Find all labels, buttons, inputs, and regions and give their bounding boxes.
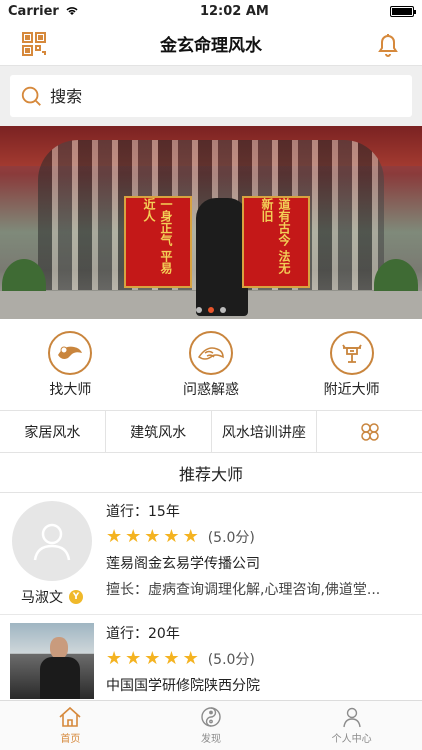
master-company: 中国国学研修院陕西分院 (106, 678, 260, 694)
tab-home[interactable]: 首页 (0, 701, 141, 750)
feature-nearby-master[interactable]: 附近大师 (292, 330, 412, 399)
tab-label: 个人中心 (331, 734, 372, 745)
star-icon: ★ (144, 648, 161, 669)
star-icon: ★ (182, 526, 199, 547)
star-icon: ★ (125, 526, 142, 547)
master-experience: 道行：15年 (106, 504, 180, 520)
rating-score: (5.0分) (207, 530, 255, 546)
master-specialty: 擅长：虚病查询调理化解,心理咨询,佛道堂... (106, 582, 381, 598)
yin-yang-icon (201, 707, 221, 727)
banner-flag-right: 道有古今 法无新旧 (242, 196, 310, 288)
star-icon: ★ (144, 526, 161, 547)
tab-label: 首页 (60, 734, 81, 745)
status-left: Carrier (8, 4, 79, 19)
battery-icon (389, 5, 416, 17)
tab-discover[interactable]: 发现 (141, 701, 282, 750)
tab-profile[interactable]: 个人中心 (281, 701, 422, 750)
category-building-fengshui[interactable]: 建筑风水 (106, 411, 212, 452)
nav-bar: 金玄命理风水 (0, 22, 422, 66)
master-experience: 道行：20年 (106, 626, 180, 642)
carousel-dot-active[interactable] (208, 307, 214, 313)
rating-stars: ★ ★ ★ ★ ★ (5.0分) (106, 649, 412, 669)
carousel-dot[interactable] (196, 307, 202, 313)
rating-score: (5.0分) (207, 652, 255, 668)
star-icon: ★ (163, 648, 180, 669)
bell-icon[interactable] (374, 30, 402, 58)
app-title: 金玄命理风水 (160, 36, 262, 56)
category-training-lecture[interactable]: 风水培训讲座 (212, 411, 318, 452)
tab-label: 发现 (201, 734, 221, 745)
category-more[interactable] (317, 411, 422, 452)
hand-icon (48, 330, 93, 375)
avatar (10, 623, 94, 699)
carousel-dots[interactable] (196, 307, 226, 313)
verified-badge-icon: Y (69, 590, 83, 604)
person-placeholder-icon (33, 523, 71, 561)
status-time: 12:02 AM (199, 3, 269, 19)
clover-grid-icon (360, 422, 379, 441)
wifi-icon (66, 7, 78, 15)
master-info: 道行：15年 ★ ★ ★ ★ ★ (5.0分) 莲易阁金玄易学传播公司 擅长：虚… (106, 501, 412, 614)
master-company: 莲易阁金玄易学传播公司 (106, 556, 260, 572)
master-name: 马淑文 (21, 590, 63, 606)
qrcode-icon[interactable] (20, 30, 48, 58)
star-icon: ★ (125, 648, 142, 669)
banner-master-figure (196, 198, 248, 316)
person-icon (342, 707, 361, 728)
master-card[interactable]: 马淑文 Y 道行：15年 ★ ★ ★ ★ ★ (5.0分) 莲易阁金玄易学传播公… (0, 493, 422, 615)
banner-carousel[interactable]: 一身正气 平易近人 道有古今 法无新旧 (0, 126, 422, 319)
banner-flag-left: 一身正气 平易近人 (124, 196, 192, 288)
feature-find-master[interactable]: 找大师 (10, 330, 130, 399)
star-icon: ★ (106, 526, 123, 547)
status-bar: Carrier 12:02 AM (0, 0, 422, 22)
feature-row: 找大师 问惑解惑 附近大师 (0, 319, 422, 411)
tab-bar: 首页 发现 个人中心 (0, 700, 422, 750)
star-icon: ★ (163, 526, 180, 547)
rating-stars: ★ ★ ★ ★ ★ (5.0分) (106, 527, 412, 547)
palm-icon (188, 330, 233, 375)
section-title-recommended: 推荐大师 (0, 453, 422, 493)
carousel-dot[interactable] (220, 307, 226, 313)
feature-label: 附近大师 (323, 381, 380, 398)
search-input[interactable] (50, 86, 402, 106)
home-icon (59, 706, 81, 727)
location-pin-icon (329, 330, 374, 375)
feature-label: 问惑解惑 (182, 381, 239, 398)
category-home-fengshui[interactable]: 家居风水 (0, 411, 106, 452)
category-bar: 家居风水 建筑风水 风水培训讲座 (0, 411, 422, 453)
star-icon: ★ (182, 648, 199, 669)
search-area (0, 66, 422, 126)
master-name-line: 马淑文 Y (21, 587, 83, 607)
avatar-column: 马淑文 Y (10, 501, 94, 614)
feature-ask-question[interactable]: 问惑解惑 (151, 330, 271, 399)
avatar (12, 501, 92, 581)
star-icon: ★ (106, 648, 123, 669)
carrier-label: Carrier (8, 3, 59, 19)
search-icon (21, 86, 41, 106)
search-box[interactable] (10, 75, 412, 117)
feature-label: 找大师 (49, 381, 92, 398)
